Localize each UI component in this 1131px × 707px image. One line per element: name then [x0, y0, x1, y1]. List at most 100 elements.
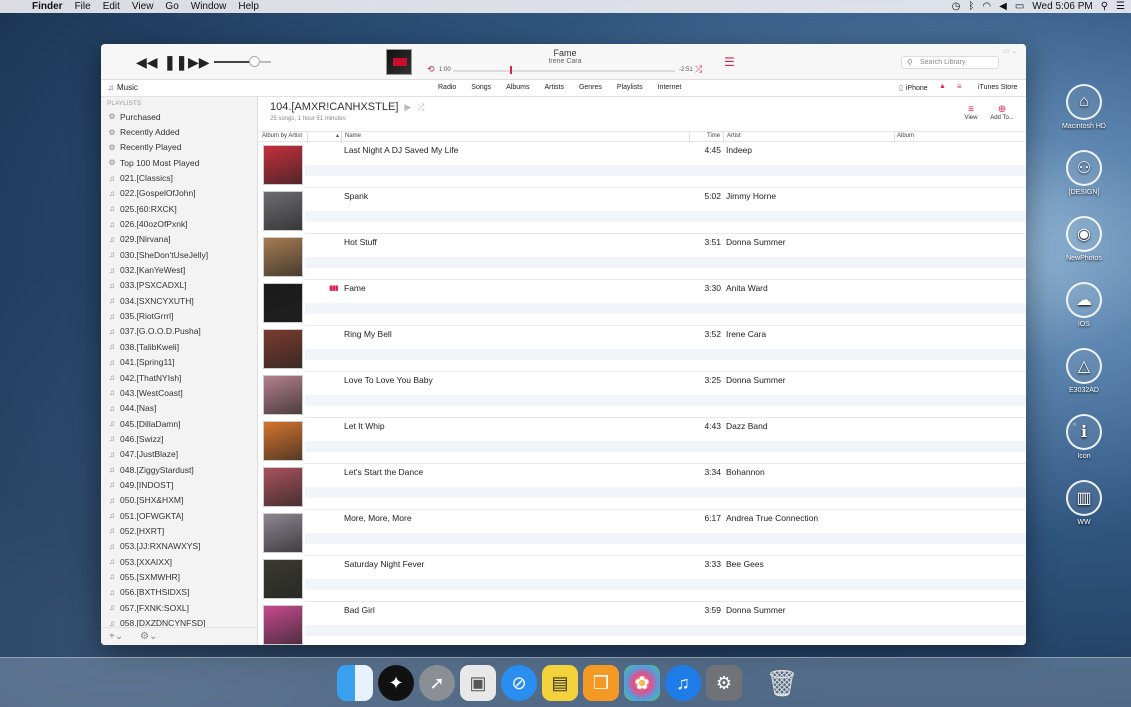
track-row[interactable]: More, More, More 6:17 Andrea True Connecti…	[259, 510, 1026, 556]
sidebar-smart-playlist[interactable]: ⚙ Recently Played	[101, 140, 257, 155]
track-row[interactable]: Spank 5:02 Jimmy Horne	[259, 188, 1026, 234]
shuffle-icon[interactable]: ⤮	[695, 64, 702, 75]
album-artwork[interactable]	[263, 421, 303, 461]
album-artwork[interactable]	[263, 467, 303, 507]
pause-button[interactable]: ❚❚	[164, 54, 187, 71]
sidebar-playlist[interactable]: ♫ 041.[Spring11]	[101, 355, 257, 370]
previous-button[interactable]: ◀◀	[136, 54, 158, 71]
desktop-icon[interactable]: ◉ NewPhotos	[1044, 216, 1124, 262]
album-artwork[interactable]	[263, 191, 303, 231]
sidebar-playlist[interactable]: ♫ 052.[HXRT]	[101, 523, 257, 538]
track-row[interactable]: ▮▮▮ Fame 3:30 Anita Ward	[259, 280, 1026, 326]
menu-view[interactable]: View	[126, 1, 160, 12]
sidebar-playlist[interactable]: ♫ 048.[ZiggyStardust]	[101, 462, 257, 477]
sidebar-playlist[interactable]: ♫ 025.[60:RXCK]	[101, 201, 257, 216]
desktop-icon[interactable]: △ E3032AD	[1044, 348, 1124, 394]
notification-center-icon[interactable]: ☰	[1116, 1, 1125, 12]
sidebar-playlist[interactable]: ♫ 055.[SXMWHR]	[101, 569, 257, 584]
sidebar-playlist[interactable]: ♫ 029.[Nirvana]	[101, 232, 257, 247]
sidebar-playlist[interactable]: ♫ 044.[Nas]	[101, 401, 257, 416]
menu-clock[interactable]: Wed 5:06 PM	[1032, 1, 1092, 12]
sidebar-playlist[interactable]: ♫ 053.[JJ:RXNAWXYS]	[101, 539, 257, 554]
tab-genres[interactable]: Genres	[579, 84, 602, 91]
sidebar-playlist[interactable]: ♫ 053.[XXAIXX]	[101, 554, 257, 569]
sidebar-playlist[interactable]: ♫ 034.[SXNCYXUTH]	[101, 293, 257, 308]
col-time[interactable]: Time	[707, 133, 720, 139]
album-artwork[interactable]	[263, 329, 303, 369]
tab-playlists[interactable]: Playlists	[617, 84, 643, 91]
desktop-icon[interactable]: ⌂ Macintosh HD	[1044, 84, 1124, 130]
eject-icon[interactable]: ▲	[939, 83, 946, 90]
menu-app-name[interactable]: Finder	[24, 1, 69, 12]
sidebar-smart-playlist[interactable]: ⚙ Purchased	[101, 109, 257, 124]
tab-songs[interactable]: Songs	[471, 84, 491, 91]
rocket-dock-icon[interactable]: ➚	[419, 665, 455, 701]
sidebar-playlist[interactable]: ♫ 021.[Classics]	[101, 170, 257, 185]
safari-dock-icon[interactable]: ⊘	[501, 665, 537, 701]
preview-dock-icon[interactable]: ▣	[460, 665, 496, 701]
menu-file[interactable]: File	[69, 1, 97, 12]
sidebar-playlist[interactable]: ♫ 037.[G.O.O.D.Pusha]	[101, 324, 257, 339]
ibooks-dock-icon[interactable]: ❒	[583, 665, 619, 701]
track-row[interactable]: Saturday Night Fever 3:33 Bee Gees	[259, 556, 1026, 602]
now-playing-artwork[interactable]	[386, 49, 412, 75]
sidebar-playlist[interactable]: ♫ 046.[Swizz]	[101, 431, 257, 446]
tab-artists[interactable]: Artists	[545, 84, 564, 91]
trash-dock-icon[interactable]: 🗑	[764, 665, 800, 701]
sidebar-playlist[interactable]: ♫ 050.[SHX&HXM]	[101, 493, 257, 508]
desktop-icon[interactable]: ℹ Icon	[1044, 414, 1124, 460]
miniplayer-icon[interactable]: ▭ ⌄	[1003, 47, 1017, 55]
device-menu-icon[interactable]: ≡	[957, 82, 962, 91]
sidebar-playlist[interactable]: ♫ 045.[DillaDamn]	[101, 416, 257, 431]
add-to-button[interactable]: ⊕ Add To...	[986, 104, 1018, 121]
sidebar-smart-playlist[interactable]: ⚙ Recently Added	[101, 124, 257, 139]
media-picker[interactable]: ♫ Music	[108, 83, 138, 92]
track-row[interactable]: Let's Start the Dance 3:34 Bohannon	[259, 464, 1026, 510]
sidebar-playlist[interactable]: ♫ 038.[TalibKweli]	[101, 339, 257, 354]
up-next-list-icon[interactable]: ☰	[724, 55, 735, 69]
volume-track[interactable]	[259, 61, 271, 63]
sidebar-smart-playlist[interactable]: ⚙ Top 100 Most Played	[101, 155, 257, 170]
volume-knob[interactable]	[249, 56, 260, 67]
tab-albums[interactable]: Albums	[506, 84, 529, 91]
sidebar-playlist[interactable]: ♫ 035.[RiotGrrrl]	[101, 308, 257, 323]
battery-icon[interactable]: ▭	[1015, 1, 1024, 12]
sidebar-playlist[interactable]: ♫ 056.[BXTHSIDXS]	[101, 585, 257, 600]
settings-gear-icon[interactable]: ⚙⌄	[140, 631, 157, 642]
device-button[interactable]: ▯ iPhone	[899, 84, 928, 92]
album-artwork[interactable]	[263, 283, 303, 323]
repeat-icon[interactable]: ⟲	[427, 64, 435, 75]
wifi-icon[interactable]: ◠	[982, 1, 991, 12]
system-preferences-dock-icon[interactable]: ⚙	[706, 665, 742, 701]
album-artwork[interactable]	[263, 559, 303, 599]
sidebar-playlist[interactable]: ♫ 049.[INDOST]	[101, 477, 257, 492]
stickies-dock-icon[interactable]: ▤	[542, 665, 578, 701]
menu-edit[interactable]: Edit	[97, 1, 126, 12]
album-artwork[interactable]	[263, 375, 303, 415]
sidebar-playlist[interactable]: ♫ 042.[ThatNYIsh]	[101, 370, 257, 385]
sidebar-playlist[interactable]: ♫ 043.[WestCoast]	[101, 385, 257, 400]
add-playlist-icon[interactable]: +⌄	[109, 631, 123, 642]
album-artwork[interactable]	[263, 605, 303, 645]
track-row[interactable]: Bad Girl 3:59 Donna Summer	[259, 602, 1026, 645]
photos-dock-icon[interactable]: ✿	[624, 665, 660, 701]
desktop-icon[interactable]: ☁ iOS	[1044, 282, 1124, 328]
itunes-dock-icon[interactable]: ♫	[665, 665, 701, 701]
track-row[interactable]: Let It Whip 4:43 Dazz Band	[259, 418, 1026, 464]
col-name[interactable]: Name	[345, 133, 361, 139]
album-artwork[interactable]	[263, 237, 303, 277]
sidebar-playlist[interactable]: ♫ 026.[40ozOfPxnk]	[101, 216, 257, 231]
track-row[interactable]: Ring My Bell 3:52 Irene Cara	[259, 326, 1026, 372]
menu-window[interactable]: Window	[185, 1, 233, 12]
col-album-by-artist[interactable]: Album by Artist	[262, 133, 302, 139]
launchpad-dock-icon[interactable]: ✦	[378, 665, 414, 701]
album-artwork[interactable]	[263, 145, 303, 185]
itunes-store-button[interactable]: iTunes Store	[978, 84, 1017, 91]
track-row[interactable]: Last Night A DJ Saved My Life 4:45 Indeep	[259, 142, 1026, 188]
menu-help[interactable]: Help	[232, 1, 265, 12]
search-library-field[interactable]: ⚲ Search Library	[901, 56, 999, 69]
desktop-icon[interactable]: ⚇ [DESIGN]	[1044, 150, 1124, 196]
sidebar-playlist[interactable]: ♫ 057.[FXNK:SOXL]	[101, 600, 257, 615]
menu-go[interactable]: Go	[159, 1, 184, 12]
progress-playhead[interactable]	[510, 66, 512, 74]
